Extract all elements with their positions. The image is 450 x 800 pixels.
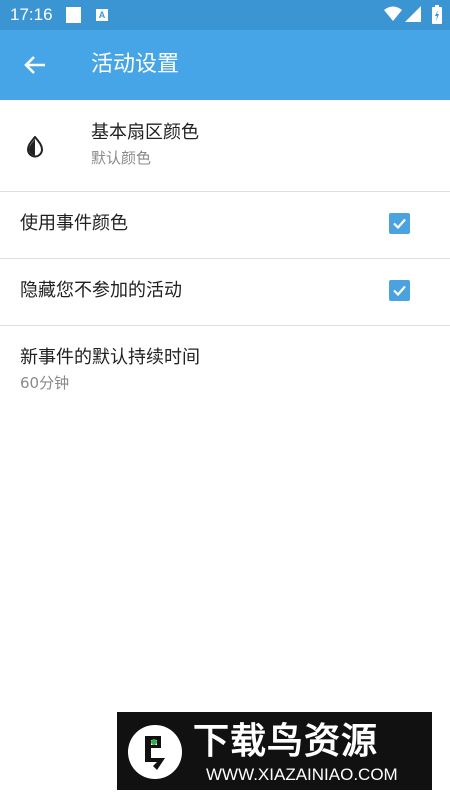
- watermark-title: 下载鸟资源: [193, 721, 379, 762]
- watermark-url: WWW.XIAZAINIAO.COM: [206, 765, 398, 784]
- palette-half-icon: [24, 135, 46, 162]
- square-icon: [66, 7, 81, 23]
- bird-logo-icon: [127, 724, 183, 784]
- watermark: 下载鸟资源 WWW.XIAZAINIAO.COM: [117, 712, 432, 790]
- signal-icon: [405, 6, 421, 26]
- arrow-left-icon: [24, 56, 45, 74]
- status-bar: 17:16 A: [0, 0, 450, 30]
- check-icon: [393, 285, 406, 297]
- setting-sector-color[interactable]: 基本扇区颜色 默认颜色: [0, 100, 450, 192]
- screen: 17:16 A 活动设置 基本扇区颜色 默认颜色 使用事件颜色 隐藏您不参加的活…: [0, 0, 450, 800]
- app-bar: 活动设置: [0, 30, 450, 100]
- back-button[interactable]: [14, 43, 58, 87]
- setting-default-duration[interactable]: 新事件的默认持续时间 60分钟: [0, 326, 450, 412]
- battery-icon: [432, 5, 442, 28]
- default-duration-subtitle: 60分钟: [20, 374, 70, 392]
- use-event-color-checkbox[interactable]: [389, 213, 410, 234]
- wifi-icon: [384, 6, 402, 26]
- sector-color-subtitle: 默认颜色: [91, 149, 152, 167]
- page-title: 活动设置: [91, 52, 180, 77]
- status-time: 17:16: [10, 5, 53, 24]
- use-event-color-title: 使用事件颜色: [20, 213, 128, 234]
- default-duration-title: 新事件的默认持续时间: [20, 347, 200, 368]
- setting-hide-declined[interactable]: 隐藏您不参加的活动: [0, 259, 450, 326]
- hide-declined-title: 隐藏您不参加的活动: [20, 280, 182, 301]
- check-icon: [393, 218, 406, 230]
- hide-declined-checkbox[interactable]: [389, 280, 410, 301]
- setting-use-event-color[interactable]: 使用事件颜色: [0, 192, 450, 259]
- sector-color-title: 基本扇区颜色: [91, 122, 199, 143]
- a-notification-icon: A: [96, 9, 108, 21]
